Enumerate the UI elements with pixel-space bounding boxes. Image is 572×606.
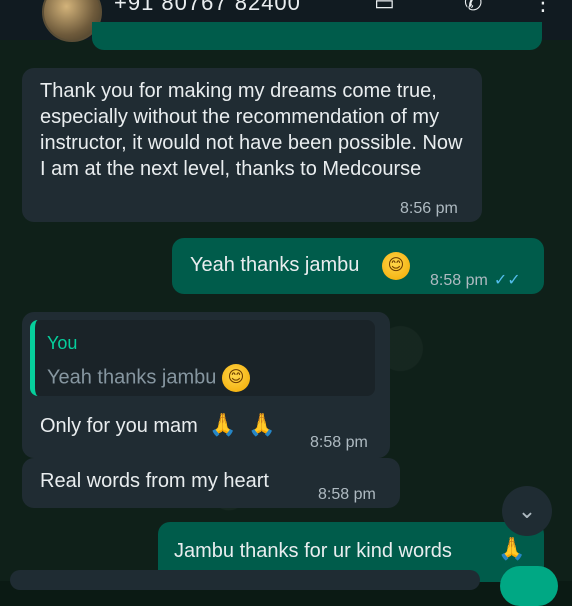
incoming-message[interactable]: Real words from my heart 8:58 pm: [22, 458, 400, 508]
message-text: Only for you mam 🙏 🙏: [40, 412, 276, 437]
message-input[interactable]: [10, 570, 480, 590]
quoted-text: Yeah thanks jambu 😊: [47, 364, 250, 392]
outgoing-message[interactable]: Yeah thanks jambu 😊 8:58 pm ✓✓: [172, 238, 544, 294]
folded-hands-emoji: 🙏: [209, 412, 237, 437]
message-time: 8:58 pm: [318, 486, 376, 503]
smiling-face-emoji: 😊: [382, 252, 410, 280]
voice-call-icon[interactable]: ✆: [464, 0, 482, 16]
folded-hands-emoji: 🙏: [248, 412, 276, 437]
video-call-icon[interactable]: ▭: [374, 0, 395, 16]
quoted-message[interactable]: You Yeah thanks jambu 😊: [30, 320, 375, 396]
folded-hands-emoji: 🙏: [498, 536, 526, 561]
chevron-double-down-icon[interactable]: ⌄: [502, 486, 552, 536]
mic-button[interactable]: [500, 566, 558, 606]
message-time: 8:58 pm ✓✓: [430, 272, 521, 289]
overflow-menu-icon[interactable]: ⋮: [532, 0, 554, 16]
incoming-message[interactable]: Thank you for making my dreams come true…: [22, 68, 482, 222]
message-bubble-partial[interactable]: [92, 22, 542, 50]
message-text: Yeah thanks jambu: [190, 254, 360, 276]
double-check-icon: ✓✓: [493, 272, 521, 289]
message-text: Thank you for making my dreams come true…: [40, 80, 463, 180]
incoming-reply-message[interactable]: You Yeah thanks jambu 😊 Only for you mam…: [22, 312, 390, 458]
message-time: 8:58 pm: [310, 434, 368, 451]
contact-number[interactable]: +91 80767 82400: [114, 0, 301, 16]
message-text: Real words from my heart: [40, 470, 269, 492]
quoted-author: You: [47, 333, 78, 353]
smiling-face-emoji: 😊: [221, 364, 250, 392]
message-text: Jambu thanks for ur kind words: [174, 540, 452, 562]
message-time: 8:56 pm: [400, 200, 458, 217]
